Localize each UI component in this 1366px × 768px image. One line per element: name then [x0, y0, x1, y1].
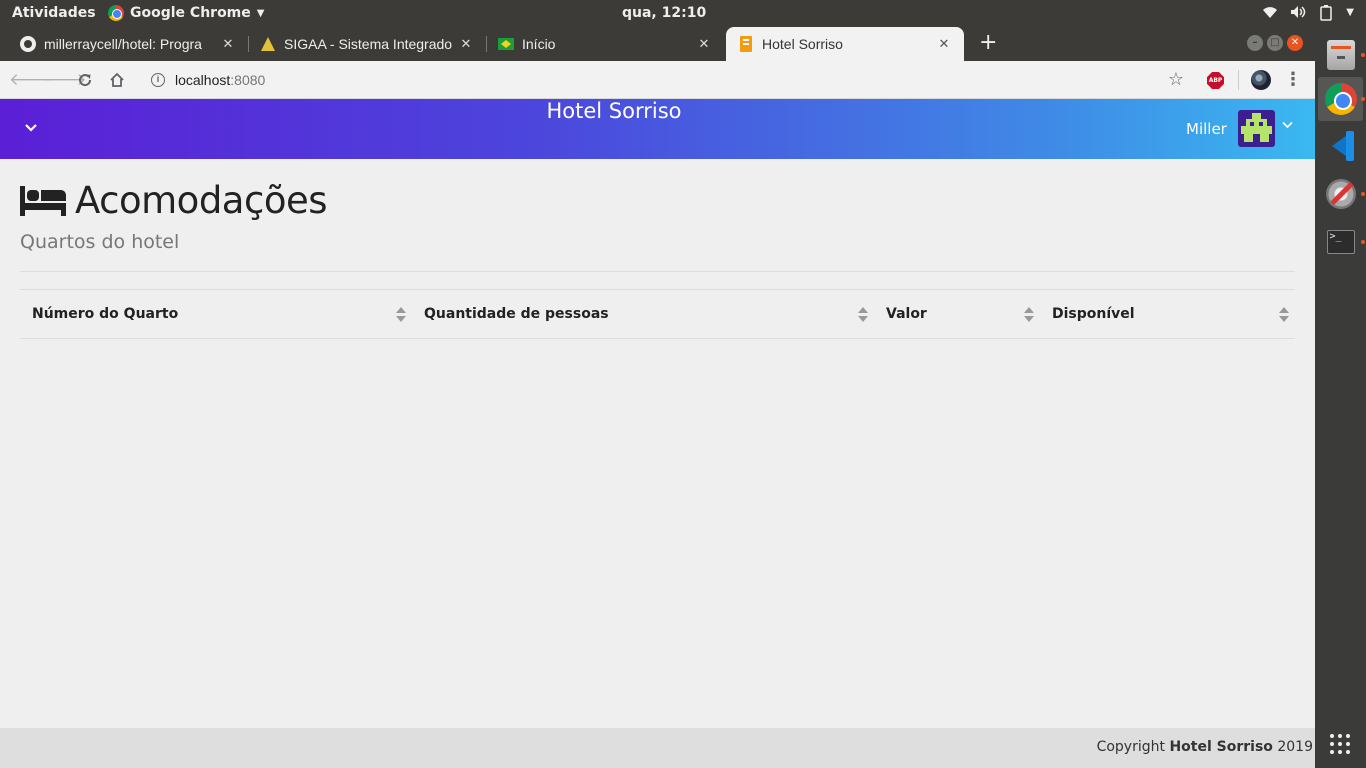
caret-down-icon: ▼	[1346, 6, 1354, 18]
web-page: Hotel Sorriso Miller Acomodações Quartos…	[0, 99, 1315, 768]
footer-year: 2019	[1272, 739, 1313, 755]
volume-icon	[1290, 5, 1306, 19]
column-header-label: Disponível	[1052, 306, 1135, 322]
new-tab-button[interactable]: +	[979, 31, 997, 55]
dock-settings-tool[interactable]	[1318, 172, 1365, 216]
tools-icon	[1325, 179, 1356, 209]
brazil-flag-icon	[498, 36, 514, 52]
activities-button[interactable]: Atividades	[12, 5, 96, 21]
close-icon[interactable]: ✕	[458, 36, 474, 52]
show-applications-icon[interactable]	[1330, 734, 1350, 754]
hotel-icon	[738, 36, 754, 52]
chrome-icon	[1324, 83, 1357, 115]
column-header-label: Quantidade de pessoas	[424, 306, 609, 322]
bed-icon	[20, 185, 66, 216]
adblock-plus-icon[interactable]: ABP	[1207, 72, 1224, 89]
column-header-label: Número do Quarto	[32, 306, 179, 322]
app-menu-label: Google Chrome	[130, 5, 251, 21]
sort-icon[interactable]	[1024, 307, 1034, 323]
terminal-icon: >_	[1326, 230, 1355, 254]
dock-vscode[interactable]	[1318, 124, 1363, 168]
chevron-down-icon[interactable]	[1282, 117, 1293, 133]
column-header-people-count[interactable]: Quantidade de pessoas	[424, 290, 854, 338]
footer-prefix: Copyright	[1096, 739, 1170, 755]
maximize-button[interactable]: □	[1267, 35, 1283, 51]
chrome-icon	[108, 5, 124, 21]
user-avatar[interactable]	[1238, 110, 1275, 147]
page-title: Acomodações	[20, 179, 328, 222]
info-icon[interactable]: i	[151, 73, 165, 87]
divider	[20, 271, 1295, 272]
profile-avatar-icon[interactable]	[1251, 70, 1271, 90]
dock-files[interactable]	[1318, 33, 1365, 77]
minimize-button[interactable]: –	[1247, 35, 1263, 51]
back-button[interactable]: 🡐	[9, 68, 55, 92]
page-footer: Copyright Hotel Sorriso 2019	[0, 728, 1315, 768]
app-menu[interactable]: Google Chrome ▼	[108, 5, 264, 21]
user-name[interactable]: Miller	[1186, 120, 1227, 138]
tab-sigaa[interactable]: SIGAA - Sistema Integrado ✕	[248, 27, 487, 61]
close-window-button[interactable]: ✕	[1287, 35, 1303, 51]
dock-chrome[interactable]	[1318, 77, 1365, 121]
sort-icon[interactable]	[396, 307, 406, 323]
dock-terminal[interactable]: >_	[1318, 220, 1365, 264]
url-host: localhost	[175, 72, 231, 88]
home-button[interactable]	[105, 68, 129, 92]
footer-brand: Hotel Sorriso	[1169, 739, 1273, 755]
url-port: :8080	[230, 72, 266, 88]
files-icon	[1326, 40, 1355, 70]
sigaa-icon	[260, 36, 276, 52]
sort-icon[interactable]	[1279, 307, 1289, 323]
rooms-table: Número do Quarto Quantidade de pessoas V…	[20, 289, 1295, 339]
wifi-icon	[1262, 5, 1278, 19]
page-title-text: Acomodações	[75, 179, 328, 222]
window-controls: – □ ✕	[1247, 35, 1303, 51]
tab-github[interactable]: millerraycell/hotel: Progra ✕	[8, 27, 249, 61]
system-top-bar: Atividades Google Chrome ▼ qua, 12:10 ▼	[0, 0, 1366, 27]
app-brand[interactable]: Hotel Sorriso	[0, 99, 1228, 123]
forward-button[interactable]: 🡒	[41, 68, 87, 92]
column-header-value[interactable]: Valor	[886, 290, 1026, 338]
column-header-room-number[interactable]: Número do Quarto	[32, 290, 412, 338]
github-icon	[20, 36, 36, 52]
tab-title: Hotel Sorriso	[762, 36, 843, 52]
footer-copyright: Copyright Hotel Sorriso 2019	[1097, 739, 1313, 755]
toolbar-divider	[1238, 70, 1239, 90]
close-icon[interactable]: ✕	[220, 36, 236, 52]
kebab-menu-icon[interactable]: ⋮	[1283, 68, 1303, 92]
vscode-icon	[1326, 131, 1356, 161]
bookmark-star-icon[interactable]: ☆	[1166, 68, 1186, 92]
tab-inicio[interactable]: Início ✕	[486, 27, 724, 61]
tab-title: millerraycell/hotel: Progra	[44, 36, 202, 52]
reload-button[interactable]	[73, 68, 97, 92]
tab-hotel-sorriso[interactable]: Hotel Sorriso ✕	[726, 27, 964, 61]
app-header: Hotel Sorriso Miller	[0, 99, 1315, 159]
browser-toolbar: 🡐 🡒 i localhost:8080 ☆ ABP ⋮	[0, 61, 1315, 99]
clock[interactable]: qua, 12:10	[622, 5, 706, 21]
tab-title: SIGAA - Sistema Integrado	[284, 36, 453, 52]
page-subtitle: Quartos do hotel	[20, 231, 180, 253]
tab-title: Início	[522, 36, 556, 52]
ubuntu-dock: >_	[1315, 27, 1366, 768]
battery-icon	[1318, 5, 1334, 21]
address-bar[interactable]: i localhost:8080	[140, 65, 1190, 95]
status-menu[interactable]: ▼	[1262, 5, 1354, 21]
column-header-available[interactable]: Disponível	[1052, 290, 1272, 338]
sort-icon[interactable]	[858, 307, 868, 323]
caret-down-icon: ▼	[256, 7, 265, 19]
tab-strip: millerraycell/hotel: Progra ✕ SIGAA - Si…	[0, 27, 1315, 61]
close-icon[interactable]: ✕	[696, 36, 712, 52]
column-header-label: Valor	[886, 306, 927, 322]
close-icon[interactable]: ✕	[936, 36, 952, 52]
